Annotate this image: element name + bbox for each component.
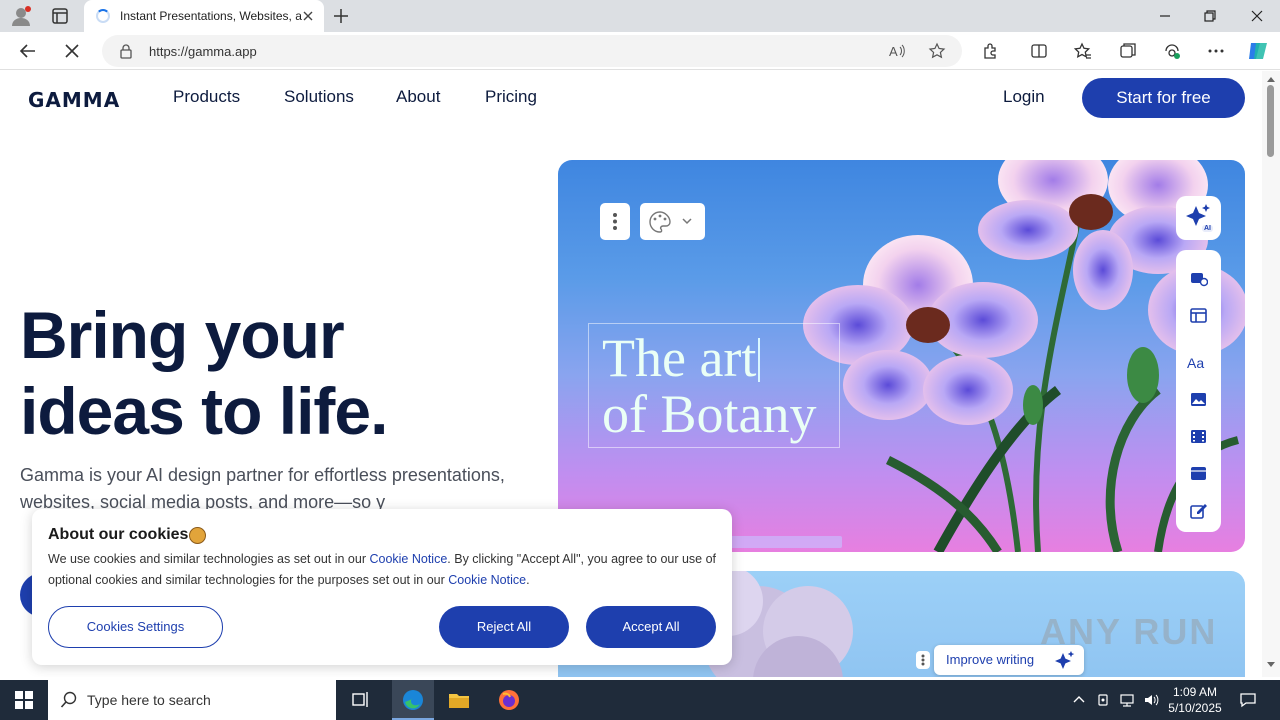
new-tab-icon[interactable] bbox=[331, 6, 351, 26]
collections-icon[interactable] bbox=[1118, 41, 1138, 61]
notifications-icon[interactable] bbox=[1239, 691, 1257, 709]
hero-headline: Bring your ideas to life. bbox=[20, 297, 540, 449]
address-toolbar: https://gamma.app A bbox=[0, 32, 1280, 70]
tab-title: Instant Presentations, Websites, a bbox=[120, 9, 302, 23]
minimize-icon[interactable] bbox=[1155, 6, 1175, 26]
svg-text:A: A bbox=[889, 44, 898, 59]
edge-browser-icon bbox=[403, 690, 423, 710]
split-screen-icon[interactable] bbox=[1029, 41, 1049, 61]
embed-card-icon[interactable] bbox=[1189, 464, 1208, 483]
lock-icon[interactable] bbox=[118, 43, 134, 59]
improve-writing-label: Improve writing bbox=[946, 652, 1035, 667]
network-icon[interactable] bbox=[1119, 692, 1135, 708]
hero-subtitle: Gamma is your AI design partner for effo… bbox=[20, 465, 505, 512]
text-format-icon[interactable]: Aa bbox=[1187, 353, 1209, 372]
card-title-line-2: of Botany bbox=[602, 384, 817, 444]
stop-loading-icon[interactable] bbox=[61, 40, 83, 62]
video-icon[interactable] bbox=[1189, 427, 1208, 446]
restore-icon[interactable] bbox=[1200, 6, 1220, 26]
card-title-line-1: The art bbox=[602, 328, 757, 388]
cookies-settings-button[interactable]: Cookies Settings bbox=[48, 606, 223, 648]
taskbar-search-box[interactable]: Type here to search bbox=[48, 680, 336, 720]
palette-icon bbox=[649, 211, 692, 233]
cookie-text-part: We use cookies and similar technologies … bbox=[48, 552, 370, 566]
firefox-icon[interactable] bbox=[497, 688, 521, 712]
file-explorer-icon[interactable] bbox=[447, 688, 471, 712]
clock-time: 1:09 AM bbox=[1172, 685, 1218, 699]
theme-dropdown[interactable] bbox=[640, 203, 705, 240]
task-view-icon[interactable] bbox=[348, 688, 372, 712]
image-icon[interactable] bbox=[1189, 390, 1208, 409]
botany-preview-card: The art of Botany AI Aa bbox=[558, 160, 1245, 552]
favorites-icon[interactable] bbox=[1073, 41, 1093, 61]
text-caret bbox=[758, 338, 761, 382]
windows-start-icon[interactable] bbox=[14, 690, 34, 710]
gamma-logo[interactable]: GAMMA bbox=[28, 88, 120, 112]
login-link[interactable]: Login bbox=[1003, 87, 1045, 107]
cookie-banner-text: We use cookies and similar technologies … bbox=[48, 549, 720, 591]
browser-essentials-icon[interactable] bbox=[1162, 41, 1182, 61]
drag-handle-icon[interactable] bbox=[916, 651, 930, 669]
nav-about[interactable]: About bbox=[396, 87, 440, 107]
nav-products[interactable]: Products bbox=[173, 87, 240, 107]
taskbar-clock[interactable]: 1:09 AM 5/10/2025 bbox=[1162, 684, 1228, 716]
hero-line-1: Bring your bbox=[20, 298, 345, 372]
add-card-icon[interactable] bbox=[1189, 269, 1208, 288]
sparkle-icon bbox=[1055, 651, 1075, 669]
volume-icon[interactable] bbox=[1143, 692, 1159, 708]
cookie-banner-title: About our cookies bbox=[48, 526, 189, 543]
hero-line-2: ideas to life. bbox=[20, 374, 388, 448]
favorite-star-icon[interactable] bbox=[928, 42, 946, 60]
clock-date: 5/10/2025 bbox=[1168, 701, 1222, 715]
page-viewport: GAMMA Products Solutions About Pricing L… bbox=[0, 71, 1262, 677]
close-tab-icon[interactable] bbox=[300, 8, 316, 24]
extensions-icon[interactable] bbox=[981, 41, 1001, 61]
url-text[interactable]: https://gamma.app bbox=[149, 44, 257, 59]
scroll-up-icon[interactable] bbox=[1266, 75, 1276, 83]
ai-sparkle-icon bbox=[1186, 204, 1210, 226]
anyrun-watermark: ANY RUN bbox=[1040, 611, 1218, 652]
browser-tab-strip: Instant Presentations, Websites, a bbox=[0, 0, 1280, 32]
scrollbar-thumb[interactable] bbox=[1267, 85, 1274, 157]
ai-badge: AI bbox=[1202, 225, 1213, 232]
close-window-icon[interactable] bbox=[1247, 6, 1267, 26]
copilot-icon[interactable] bbox=[1246, 39, 1270, 63]
edit-icon[interactable] bbox=[1189, 501, 1208, 520]
card-side-toolbar: Aa bbox=[1176, 250, 1221, 532]
browser-tab-active[interactable]: Instant Presentations, Websites, a bbox=[84, 0, 324, 32]
search-placeholder: Type here to search bbox=[87, 692, 211, 708]
page-scrollbar[interactable] bbox=[1262, 71, 1280, 677]
ai-assistant-button[interactable]: AI bbox=[1176, 196, 1221, 240]
url-bar[interactable]: https://gamma.app A bbox=[102, 35, 962, 67]
search-icon bbox=[60, 691, 77, 708]
cookie-emoji-icon bbox=[189, 527, 206, 544]
card-title[interactable]: The art of Botany bbox=[602, 330, 842, 442]
start-for-free-button[interactable]: Start for free bbox=[1082, 78, 1245, 118]
windows-taskbar: Type here to search 1:09 AM 5/10/2025 bbox=[0, 680, 1280, 720]
nav-pricing[interactable]: Pricing bbox=[485, 87, 537, 107]
loading-spinner-icon bbox=[96, 9, 110, 23]
edge-taskbar-button[interactable] bbox=[392, 680, 434, 720]
more-options-icon[interactable] bbox=[1206, 41, 1226, 61]
profile-icon[interactable] bbox=[10, 5, 32, 27]
svg-text:Aa: Aa bbox=[1187, 355, 1204, 371]
card-menu-button[interactable] bbox=[600, 203, 630, 240]
read-aloud-icon[interactable]: A bbox=[888, 42, 906, 60]
layout-icon[interactable] bbox=[1189, 306, 1208, 325]
scroll-down-icon[interactable] bbox=[1266, 661, 1276, 669]
cookie-text-part: . bbox=[526, 573, 530, 587]
cookie-notice-link[interactable]: Cookie Notice bbox=[369, 552, 447, 566]
reject-all-button[interactable]: Reject All bbox=[439, 606, 569, 648]
tray-overflow-icon[interactable] bbox=[1071, 692, 1087, 708]
nav-solutions[interactable]: Solutions bbox=[284, 87, 354, 107]
accept-all-button[interactable]: Accept All bbox=[586, 606, 716, 648]
tab-actions-icon[interactable] bbox=[50, 6, 70, 26]
back-arrow-icon[interactable] bbox=[17, 40, 39, 62]
cookie-notice-link[interactable]: Cookie Notice bbox=[448, 573, 526, 587]
vertical-dots-icon bbox=[613, 213, 617, 230]
cookie-banner: About our cookies We use cookies and sim… bbox=[32, 509, 732, 665]
device-icon[interactable] bbox=[1095, 692, 1111, 708]
